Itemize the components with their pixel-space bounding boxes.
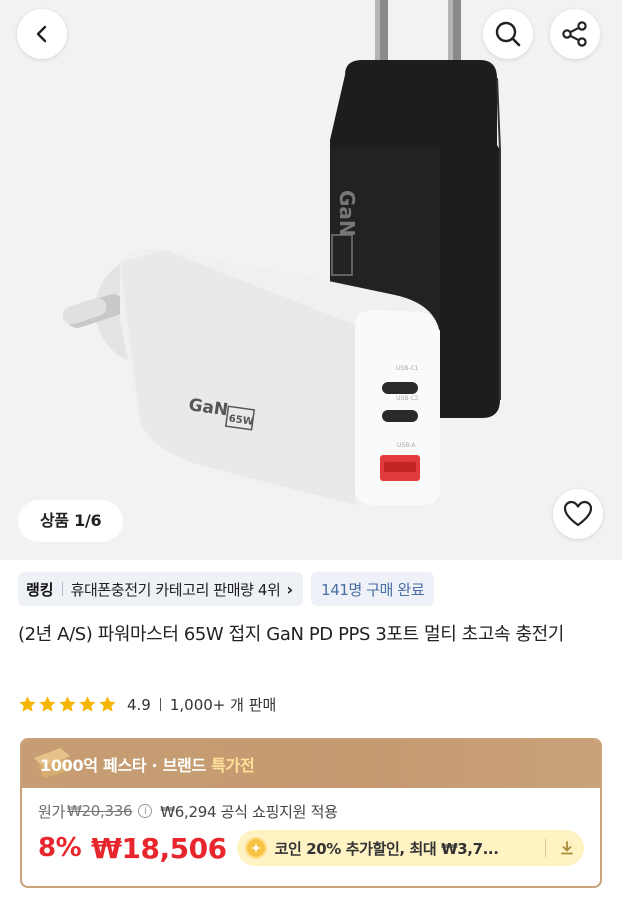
svg-text:USB-C2: USB-C2 bbox=[396, 395, 419, 402]
discount-rate: 8% bbox=[38, 833, 82, 863]
back-button[interactable] bbox=[17, 9, 67, 59]
product-image: GaN USB-C1 USB-C2 USB-A GaN 65W bbox=[62, 0, 501, 505]
svg-text:GaN: GaN bbox=[335, 190, 359, 237]
chevron-left-icon bbox=[36, 25, 47, 43]
original-price-label: 원가 bbox=[38, 802, 66, 821]
info-icon[interactable]: i bbox=[138, 804, 153, 818]
like-button[interactable] bbox=[553, 489, 603, 539]
star-icon bbox=[79, 696, 96, 712]
promo-banner[interactable]: 1000억 페스타 · 브랜드 특가전 bbox=[22, 740, 600, 788]
ranking-tag: 랭킹 bbox=[26, 580, 54, 599]
search-icon bbox=[495, 21, 521, 47]
rating-score: 4.9 bbox=[127, 695, 151, 714]
heart-icon bbox=[563, 500, 593, 527]
chevron-right-icon: › bbox=[286, 579, 294, 599]
ranking-row: 랭킹 휴대폰충전기 카테고리 판매량 4위 › 141명 구매 완료 bbox=[18, 572, 435, 606]
rating-row[interactable]: 4.9 1,000+ 개 판매 bbox=[18, 694, 276, 715]
svg-text:USB-A: USB-A bbox=[397, 442, 416, 449]
shopping-support-text: ₩6,294 공식 쇼핑지원 적용 bbox=[160, 802, 338, 821]
search-button[interactable] bbox=[483, 9, 533, 59]
product-title: (2년 A/S) 파워마스터 65W 접지 GaN PD PPS 3포트 멀티 … bbox=[18, 624, 564, 645]
share-button[interactable] bbox=[550, 9, 600, 59]
coin-coupon-button[interactable]: 코인 20% 추가할인, 최대 ₩3,7... bbox=[236, 830, 584, 866]
star-icon bbox=[59, 696, 76, 712]
star-rating bbox=[18, 695, 117, 714]
original-price: ₩20,336 bbox=[67, 802, 133, 820]
promo-title-accent: 특가전 bbox=[211, 756, 255, 775]
star-icon bbox=[19, 696, 36, 712]
promo-box: 1000억 페스타 · 브랜드 특가전 원가 ₩20,336 i ₩6,294 … bbox=[20, 738, 602, 888]
divider bbox=[545, 839, 546, 857]
sales-count: 1,000+ 개 판매 bbox=[169, 696, 277, 714]
image-counter: 상품 1/6 bbox=[18, 500, 124, 542]
final-price: ₩18,506 bbox=[91, 831, 227, 865]
coupon-text: 코인 20% 추가할인, 최대 ₩3,7... bbox=[274, 839, 499, 858]
divider bbox=[159, 698, 161, 711]
star-icon bbox=[99, 696, 116, 712]
divider bbox=[61, 582, 63, 596]
price-row: 8% ₩18,506 코인 20% 추가할인, 최대 ₩3,7... bbox=[38, 828, 584, 868]
promo-title-prefix: 1000억 페스타 · 브랜드 bbox=[40, 756, 212, 775]
share-icon bbox=[562, 21, 587, 47]
ranking-text: 휴대폰충전기 카테고리 판매량 4위 bbox=[70, 580, 281, 599]
original-price-row: 원가 ₩20,336 i ₩6,294 공식 쇼핑지원 적용 bbox=[38, 798, 584, 824]
coin-icon bbox=[244, 837, 267, 859]
star-icon bbox=[39, 696, 56, 712]
download-icon bbox=[556, 837, 578, 859]
purchase-count-badge: 141명 구매 완료 bbox=[311, 572, 435, 606]
product-image-gallery[interactable]: GaN USB-C1 USB-C2 USB-A GaN 65W 상품 1/6 bbox=[0, 0, 622, 560]
ranking-link[interactable]: 랭킹 휴대폰충전기 카테고리 판매량 4위 › bbox=[18, 572, 304, 606]
promo-title: 1000억 페스타 · 브랜드 특가전 bbox=[40, 752, 255, 776]
svg-text:USB-C1: USB-C1 bbox=[396, 365, 419, 372]
